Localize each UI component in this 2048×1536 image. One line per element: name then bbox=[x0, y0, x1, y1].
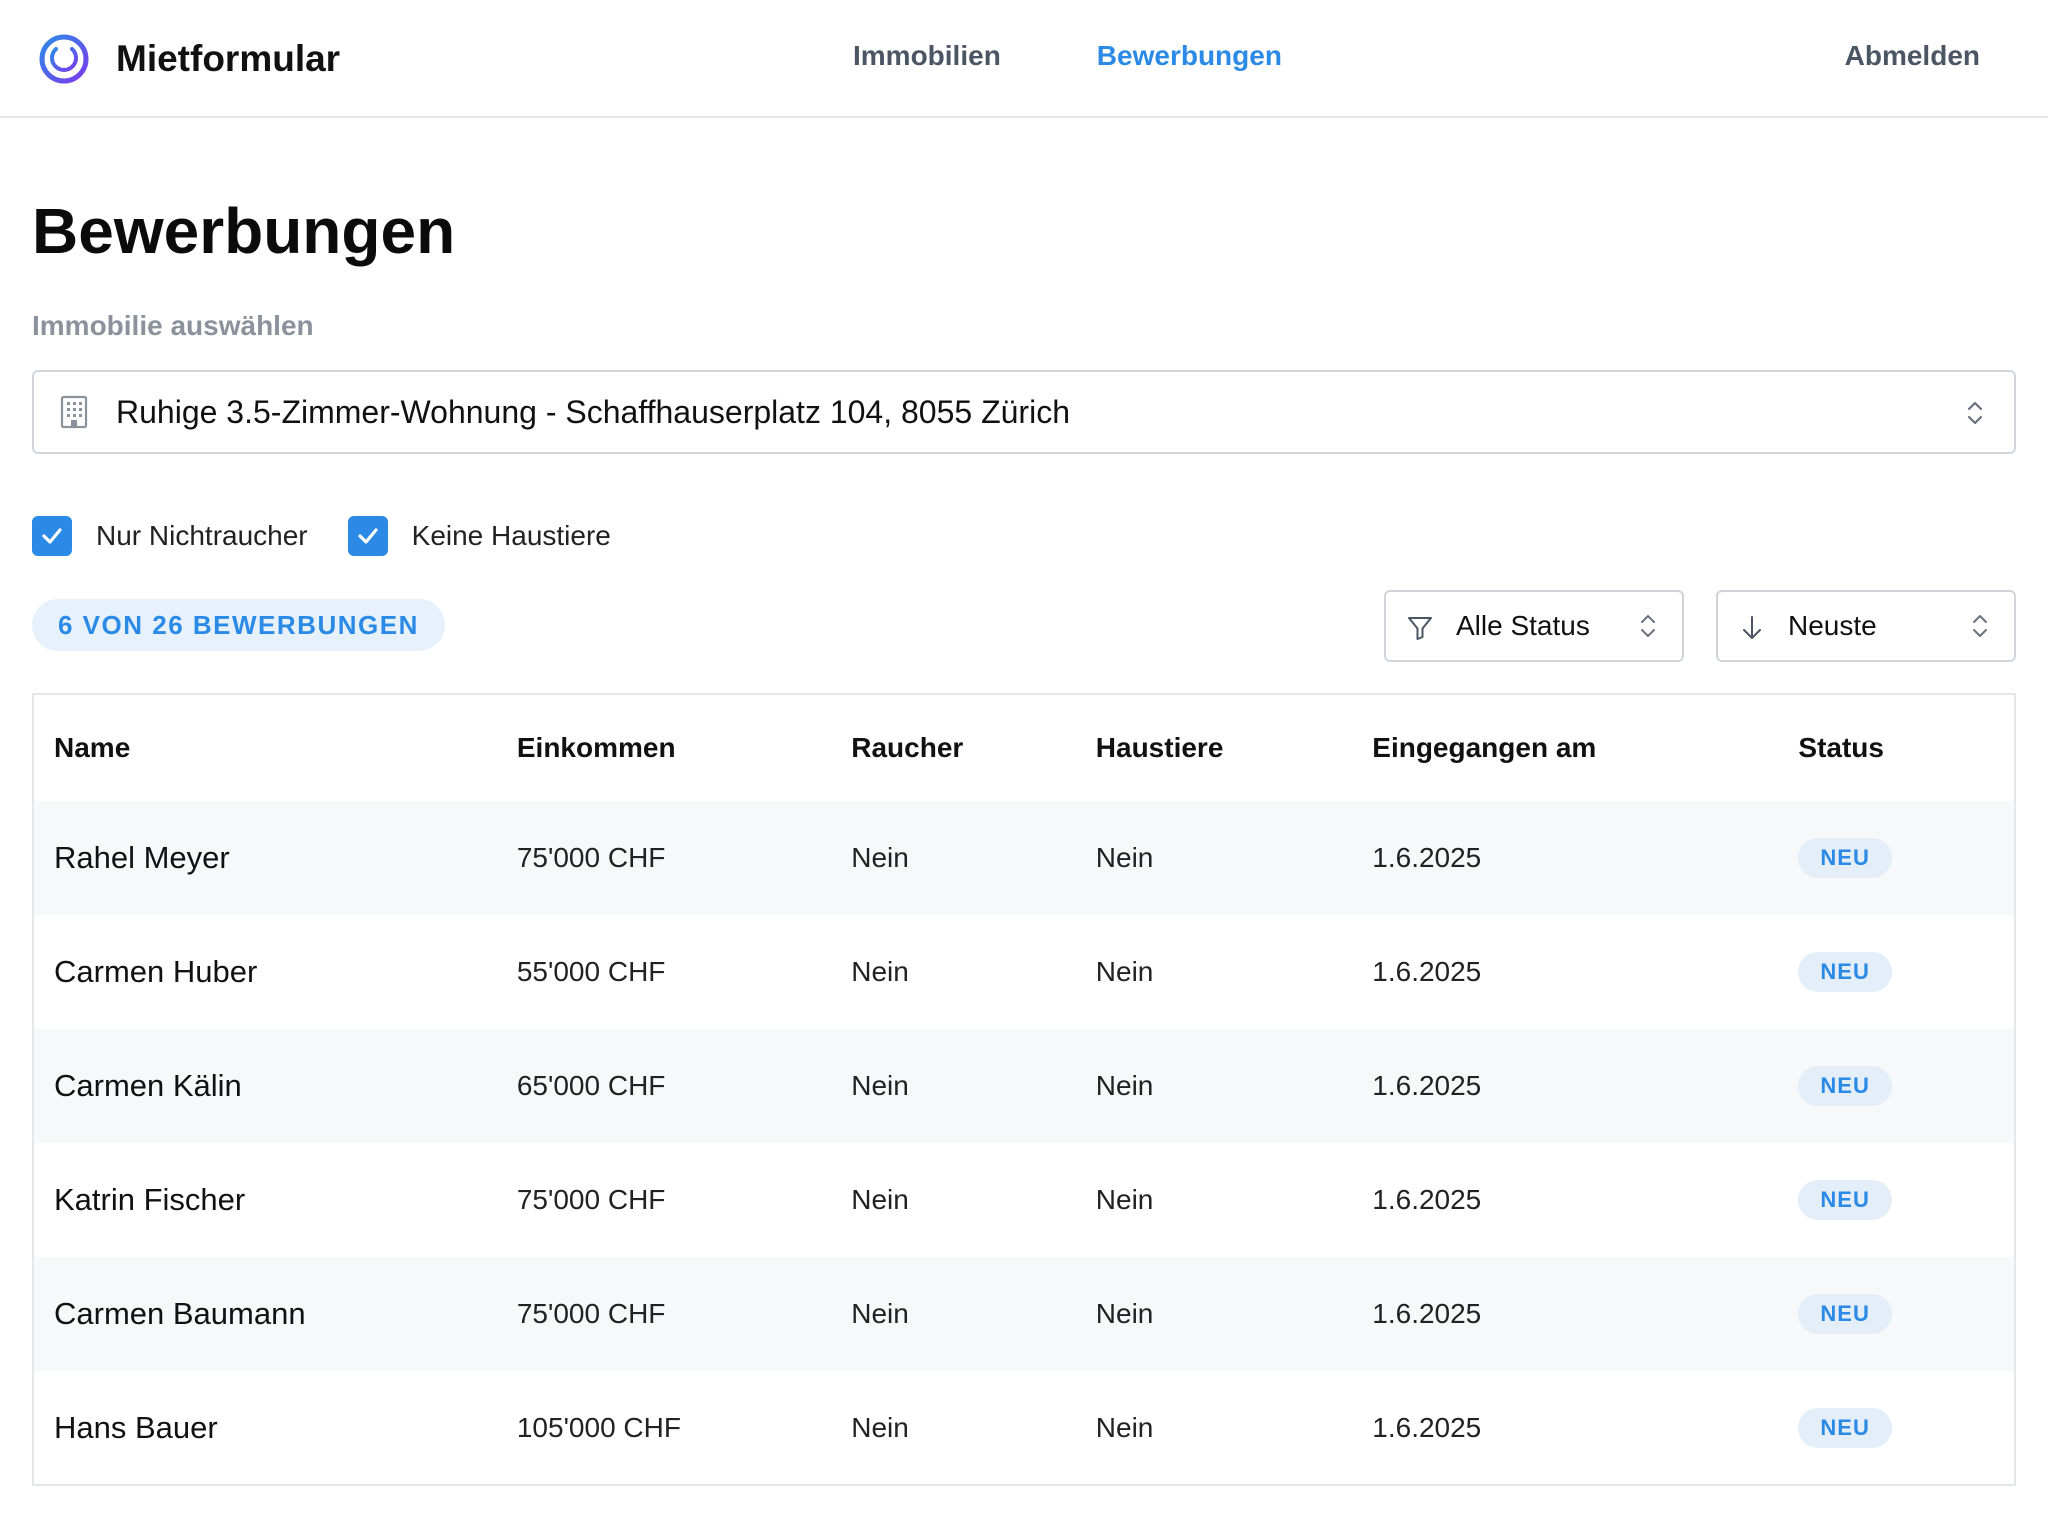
nav-item-bewerbungen[interactable]: Bewerbungen bbox=[1097, 40, 1282, 72]
filter-checkboxes: Nur Nichtraucher Keine Haustiere bbox=[32, 516, 611, 556]
column-header-pets[interactable]: Haustiere bbox=[1096, 695, 1372, 801]
checkbox-label: Keine Haustiere bbox=[411, 520, 611, 551]
main-nav: Immobilien Bewerbungen bbox=[853, 40, 1282, 72]
cell-pets: Nein bbox=[1095, 1184, 1154, 1215]
cell-smoker: Nein bbox=[851, 956, 909, 987]
column-header-status[interactable]: Status bbox=[1798, 695, 2014, 801]
chevron-updown-icon bbox=[1641, 615, 1655, 637]
table-row[interactable]: Hans Bauer 105'000 CHF Nein Nein 1.6.202… bbox=[34, 1371, 2014, 1485]
checkbox-keine-haustiere[interactable]: Keine Haustiere bbox=[347, 516, 611, 556]
status-filter-value: Alle Status bbox=[1456, 610, 1590, 641]
page-title: Bewerbungen bbox=[32, 195, 456, 267]
arrow-down-icon bbox=[1743, 616, 1761, 639]
cell-pets: Nein bbox=[1095, 1029, 1373, 1143]
chevron-updown-icon bbox=[1967, 401, 1983, 425]
table-row[interactable]: Katrin Fischer 75'000 CHF Nein Nein 1.6.… bbox=[34, 1143, 2014, 1257]
cell-income: 75'000 CHF bbox=[516, 1184, 666, 1215]
app-name: Mietformular bbox=[116, 38, 341, 79]
brand[interactable]: Mietformular bbox=[38, 33, 340, 85]
cell-date: 1.6.2025 bbox=[1372, 801, 1799, 915]
status-badge: NEU bbox=[1798, 952, 1892, 992]
table-header-row: Name Einkommen Raucher Haustiere Eingega… bbox=[34, 695, 2014, 801]
cell-date: 1.6.2025 bbox=[1372, 1257, 1799, 1371]
cell-name: Carmen Baumann bbox=[34, 1257, 517, 1371]
cell-income: 65'000 CHF bbox=[516, 1029, 852, 1143]
cell-income: 105'000 CHF bbox=[516, 1412, 681, 1443]
column-header-income[interactable]: Einkommen bbox=[517, 695, 851, 801]
cell-name: Katrin Fischer bbox=[54, 1182, 246, 1217]
property-select[interactable]: Ruhige 3.5-Zimmer-Wohnung - Schaffhauser… bbox=[32, 370, 2016, 454]
logout-link[interactable]: Abmelden bbox=[1845, 40, 1980, 72]
cell-status: NEU bbox=[1798, 1029, 2014, 1143]
column-header-received[interactable]: Eingegangen am bbox=[1372, 695, 1798, 801]
cell-income: 55'000 CHF bbox=[516, 956, 666, 987]
cell-status: NEU bbox=[1798, 1371, 2014, 1485]
cell-status: NEU bbox=[1798, 801, 2014, 915]
sort-select[interactable]: Neuste bbox=[1716, 590, 2016, 662]
cell-income: 75'000 CHF bbox=[516, 801, 852, 915]
cell-status: NEU bbox=[1798, 1257, 2014, 1371]
applications-table: Name Einkommen Raucher Haustiere Eingega… bbox=[32, 693, 2016, 1486]
cell-date: 1.6.2025 bbox=[1372, 956, 1482, 987]
sort-value: Neuste bbox=[1788, 610, 1877, 641]
table-row[interactable]: Rahel Meyer 75'000 CHF Nein Nein 1.6.202… bbox=[34, 801, 2014, 915]
nav-item-immobilien[interactable]: Immobilien bbox=[853, 40, 1001, 72]
cell-pets: Nein bbox=[1095, 1257, 1373, 1371]
checkbox-checked[interactable] bbox=[347, 516, 388, 556]
property-select-value: Ruhige 3.5-Zimmer-Wohnung - Schaffhauser… bbox=[116, 393, 1070, 430]
top-navbar: Mietformular Immobilien Bewerbungen Abme… bbox=[0, 0, 2048, 118]
property-select-label: Immobilie auswählen bbox=[32, 310, 314, 341]
building-icon bbox=[60, 395, 88, 429]
cell-smoker: Nein bbox=[851, 801, 1096, 915]
cell-date: 1.6.2025 bbox=[1372, 1029, 1799, 1143]
logo-icon bbox=[39, 34, 89, 84]
table-row[interactable]: Carmen Kälin 65'000 CHF Nein Nein 1.6.20… bbox=[34, 1029, 2014, 1143]
chevron-updown-icon bbox=[1973, 615, 1987, 637]
checkmark-icon bbox=[358, 528, 378, 544]
status-filter-select[interactable]: Alle Status bbox=[1384, 590, 1684, 662]
column-header-smoker[interactable]: Raucher bbox=[851, 695, 1096, 801]
filter-icon bbox=[1408, 617, 1432, 640]
cell-smoker: Nein bbox=[851, 1412, 909, 1443]
cell-smoker: Nein bbox=[851, 1029, 1096, 1143]
applications-count-badge: 6 VON 26 BEWERBUNGEN bbox=[32, 599, 445, 651]
cell-smoker: Nein bbox=[851, 1184, 909, 1215]
status-badge: NEU bbox=[1798, 1294, 1892, 1334]
status-badge: NEU bbox=[1798, 838, 1892, 878]
cell-name: Carmen Huber bbox=[54, 954, 258, 989]
cell-status: NEU bbox=[1798, 1143, 2014, 1257]
table-row[interactable]: Carmen Huber 55'000 CHF Nein Nein 1.6.20… bbox=[34, 915, 2014, 1029]
checkbox-checked[interactable] bbox=[32, 516, 72, 556]
cell-name: Hans Bauer bbox=[54, 1410, 218, 1445]
cell-name: Rahel Meyer bbox=[34, 801, 517, 915]
cell-date: 1.6.2025 bbox=[1372, 1412, 1482, 1443]
cell-pets: Nein bbox=[1095, 1412, 1154, 1443]
checkbox-label: Nur Nichtraucher bbox=[96, 520, 308, 551]
checkmark-icon bbox=[42, 528, 62, 544]
status-badge: NEU bbox=[1798, 1408, 1892, 1448]
cell-name: Carmen Kälin bbox=[34, 1029, 517, 1143]
cell-status: NEU bbox=[1798, 915, 2014, 1029]
cell-income: 75'000 CHF bbox=[516, 1257, 852, 1371]
table-row[interactable]: Carmen Baumann 75'000 CHF Nein Nein 1.6.… bbox=[34, 1257, 2014, 1371]
cell-smoker: Nein bbox=[851, 1257, 1096, 1371]
status-badge: NEU bbox=[1798, 1066, 1892, 1106]
column-header-name[interactable]: Name bbox=[34, 695, 517, 801]
checkbox-nichtraucher[interactable]: Nur Nichtraucher bbox=[32, 516, 308, 556]
cell-date: 1.6.2025 bbox=[1372, 1184, 1482, 1215]
cell-pets: Nein bbox=[1095, 956, 1154, 987]
status-badge: NEU bbox=[1798, 1180, 1892, 1220]
cell-pets: Nein bbox=[1095, 801, 1373, 915]
